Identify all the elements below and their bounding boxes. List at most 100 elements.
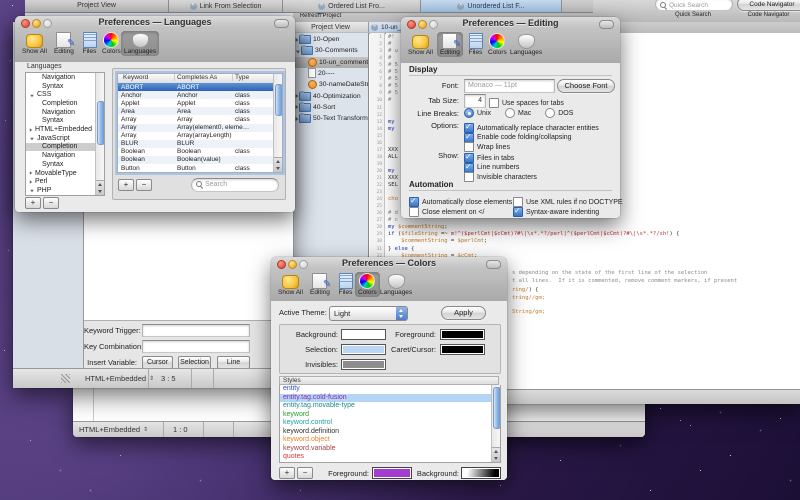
toolbar-item-files[interactable]: Files xyxy=(464,32,487,57)
quick-search-input[interactable]: Quick Search xyxy=(655,0,733,11)
minimize-window-icon[interactable] xyxy=(418,20,427,29)
disclosure-icon[interactable] xyxy=(30,190,34,192)
scrollbar-thumb[interactable] xyxy=(97,101,105,145)
close-tab-icon[interactable] xyxy=(190,3,197,10)
tree-item-30-comments[interactable]: 30-Comments xyxy=(293,45,368,56)
style-foreground-swatch[interactable] xyxy=(372,467,412,479)
key-combination-input[interactable] xyxy=(142,340,250,353)
invisible-characters-checkbox[interactable]: Invisible characters xyxy=(464,172,537,182)
tree-item-40-sort[interactable]: 40-Sort xyxy=(293,102,368,113)
tree-item-50-text-transform[interactable]: 50-Text Transform xyxy=(293,113,368,124)
selection-swatch[interactable] xyxy=(341,344,386,355)
style-item-keyword-variable[interactable]: keyword.variable xyxy=(280,445,492,454)
scrollbar[interactable] xyxy=(491,385,500,462)
line-break-radio-unix[interactable]: Unix xyxy=(464,108,491,118)
scrollbar-thumb[interactable] xyxy=(275,84,283,116)
language-popup[interactable]: HTML+Embedded⇕ xyxy=(85,374,154,383)
toolbar-item-show-all[interactable]: Show All xyxy=(275,272,306,297)
toolbar-item-show-all[interactable]: Show All xyxy=(405,32,436,57)
scrollbar-arrows[interactable] xyxy=(274,157,282,172)
language-item-syntax[interactable]: Syntax xyxy=(26,160,96,169)
style-item-entity-tag-movable-type[interactable]: entity.tag.movable-type xyxy=(280,402,492,411)
document-tab-unordered-list-f-[interactable]: Unordered List F... xyxy=(421,0,562,13)
completions-search-input[interactable]: Search xyxy=(191,178,279,192)
style-item-quotes[interactable]: quotes xyxy=(280,453,492,462)
completion-row-boolean-9[interactable]: BooleanBoolean(value) xyxy=(118,156,274,164)
close-element-on--checkbox[interactable]: Close element on </ xyxy=(409,207,484,217)
close-tab-icon[interactable] xyxy=(457,3,464,10)
syntax-aware-indenting-checkbox[interactable]: Syntax-aware indenting xyxy=(513,207,599,217)
completion-row-boolean-8[interactable]: BooleanBooleanclass xyxy=(118,148,274,156)
column-header-completes-as[interactable]: Completes As xyxy=(174,74,217,81)
choose-font-button[interactable]: Choose Font xyxy=(557,79,615,93)
toolbar-toggle-button[interactable] xyxy=(274,19,289,28)
close-window-icon[interactable] xyxy=(277,260,286,269)
remove-language-button[interactable]: − xyxy=(43,197,59,209)
completions-table[interactable]: KeywordCompletes AsTypeABORTABORTAnchorA… xyxy=(117,73,283,173)
disclosure-icon[interactable] xyxy=(30,138,34,140)
completion-row-array-4[interactable]: ArrayArrayclass xyxy=(118,115,274,123)
line-break-radio-dos[interactable]: DOS xyxy=(545,108,573,118)
tree-item-10-un-comment[interactable]: 10-un_comment xyxy=(293,57,368,68)
completion-row-abort-0[interactable]: ABORTABORT xyxy=(118,83,274,91)
disclosure-icon[interactable] xyxy=(296,37,299,41)
language-item-completion[interactable]: Completion xyxy=(26,143,96,152)
style-item-entity-tag-cold-fusion[interactable]: entity.tag.cold-fusion xyxy=(280,394,492,403)
zoom-window-icon[interactable] xyxy=(43,19,52,28)
toolbar-item-files[interactable]: Files xyxy=(78,31,101,56)
scrollbar-arrows[interactable] xyxy=(96,180,104,195)
add-language-button[interactable]: + xyxy=(25,197,41,209)
scrollbar[interactable] xyxy=(273,74,282,172)
style-item-keyword-definition[interactable]: keyword.definition xyxy=(280,428,492,437)
completion-row-array-5[interactable]: ArrayArray(element0, eleme… xyxy=(118,124,274,132)
project-view-header[interactable]: Project View xyxy=(293,22,369,32)
tree-item-10-open[interactable]: 10-Open xyxy=(293,34,368,45)
toolbar-toggle-button[interactable] xyxy=(599,20,614,29)
apply-button[interactable]: Apply xyxy=(441,306,486,320)
style-item-entity[interactable]: entity xyxy=(280,385,492,394)
title-bar[interactable]: Preferences — Editing xyxy=(401,17,620,31)
theme-dropdown[interactable]: Light xyxy=(329,306,408,321)
document-tab-link-from-selection[interactable]: Link From Selection xyxy=(169,0,283,13)
language-item-perl[interactable]: Perl xyxy=(26,177,96,186)
style-item-keyword[interactable]: keyword xyxy=(280,411,492,420)
close-tab-icon[interactable] xyxy=(318,3,325,10)
disclosure-icon[interactable] xyxy=(30,180,32,184)
toolbar-item-show-all[interactable]: Show All xyxy=(19,31,50,56)
language-item-syntax[interactable]: Syntax xyxy=(26,82,96,91)
close-tab-icon[interactable] xyxy=(371,24,378,31)
column-header-keyword[interactable]: Keyword xyxy=(121,74,148,81)
zoom-window-icon[interactable] xyxy=(299,260,308,269)
remove-completion-button[interactable]: − xyxy=(136,179,152,191)
invisibles-swatch[interactable] xyxy=(341,359,386,370)
caret-cursor-swatch[interactable] xyxy=(440,344,485,355)
close-window-icon[interactable] xyxy=(407,20,416,29)
language-item-syntax[interactable]: Syntax xyxy=(26,117,96,126)
tree-item-30-namedatestr[interactable]: 30-nameDateStr xyxy=(293,79,368,90)
project-view-header[interactable]: Project View xyxy=(25,0,169,13)
title-bar[interactable]: Preferences — Languages xyxy=(15,16,295,30)
close-window-icon[interactable] xyxy=(21,19,30,28)
title-bar[interactable]: Preferences — Colors xyxy=(271,257,507,271)
style-item-keyword-object[interactable]: keyword.object xyxy=(280,436,492,445)
tree-item-20-[interactable]: 20---- xyxy=(293,68,368,79)
disclosure-icon[interactable] xyxy=(30,128,32,132)
background-swatch[interactable] xyxy=(341,329,386,340)
foreground-swatch[interactable] xyxy=(440,329,485,340)
completion-row-anchor-1[interactable]: AnchorAnchorclass xyxy=(118,91,274,99)
language-item-movabletype[interactable]: MovableType xyxy=(26,169,96,178)
disclosure-icon[interactable] xyxy=(296,116,299,120)
disclosure-icon[interactable] xyxy=(30,171,32,175)
remove-style-button[interactable]: − xyxy=(297,467,313,479)
toolbar-toggle-button[interactable] xyxy=(486,260,501,269)
zoom-window-icon[interactable] xyxy=(429,20,438,29)
language-item-completion[interactable]: Completion xyxy=(26,99,96,108)
disclosure-icon[interactable] xyxy=(296,94,299,98)
scrollbar-thumb[interactable] xyxy=(493,387,501,429)
minimize-window-icon[interactable] xyxy=(32,19,41,28)
scrollbar-arrows[interactable] xyxy=(492,447,500,462)
toolbar-item-languages[interactable]: Languages xyxy=(377,272,415,297)
completion-row-button-10[interactable]: ButtonButtonclass xyxy=(118,164,274,172)
language-item-navigation[interactable]: Navigation xyxy=(26,73,96,82)
disclosure-icon[interactable] xyxy=(296,50,300,53)
